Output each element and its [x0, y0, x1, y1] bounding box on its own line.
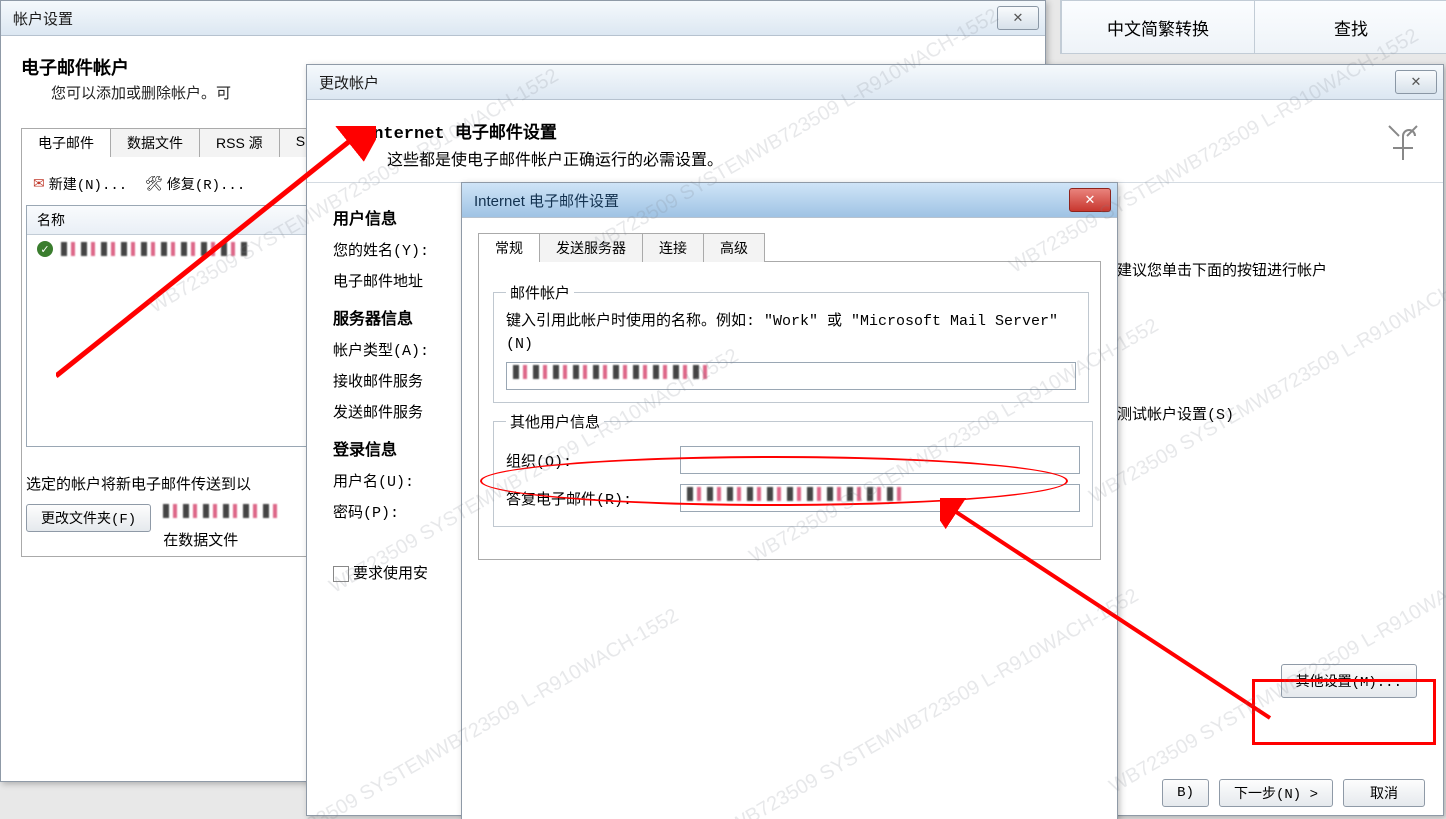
change-account-title: 更改帐户	[313, 72, 1395, 93]
top-toolbar: 中文简繁转换 查找	[1060, 0, 1446, 54]
convert-button[interactable]: 中文简繁转换	[1061, 1, 1254, 53]
mail-account-help: 键入引用此帐户时使用的名称。例如: "Work" 或 "Microsoft Ma…	[506, 311, 1076, 356]
settings-tabs: 常规 发送服务器 连接 高级	[478, 232, 1101, 262]
test-settings-button[interactable]: 测试帐户设置(S)	[1117, 403, 1417, 424]
internet-email-sub: 这些都是使电子邮件帐户正确运行的必需设置。	[387, 146, 1409, 170]
back-button[interactable]: B)	[1162, 779, 1209, 807]
next-button[interactable]: 下一步(N) >	[1219, 779, 1333, 807]
internet-email-settings-window: Internet 电子邮件设置 ✕ 常规 发送服务器 连接 高级 邮件帐户 键入…	[461, 182, 1118, 819]
new-account-button[interactable]: ✉ 新建(N)...	[26, 171, 134, 197]
account-settings-title: 帐户设置	[7, 8, 997, 29]
help-text: 建议您单击下面的按钮进行帐户	[1117, 259, 1417, 283]
mail-icon: ✉	[33, 176, 45, 193]
tab-data-files[interactable]: 数据文件	[110, 128, 200, 157]
close-icon[interactable]: ✕	[997, 6, 1039, 30]
cursor-icon	[1383, 118, 1429, 181]
folder-path-redacted	[163, 504, 283, 518]
cancel-button[interactable]: 取消	[1343, 779, 1425, 807]
close-icon[interactable]: ✕	[1069, 188, 1111, 212]
spa-checkbox[interactable]	[333, 566, 349, 582]
close-icon[interactable]: ✕	[1395, 70, 1437, 94]
other-user-info-legend: 其他用户信息	[506, 411, 604, 432]
change-folder-button[interactable]: 更改文件夹(F)	[26, 504, 151, 532]
find-button[interactable]: 查找	[1254, 1, 1446, 53]
tab-outgoing-server[interactable]: 发送服务器	[539, 233, 643, 262]
tab-email[interactable]: 电子邮件	[21, 128, 111, 157]
label-reply-email: 答复电子邮件(R):	[506, 488, 680, 509]
internet-email-title: Internet 电子邮件设置	[468, 190, 1069, 211]
mail-account-fieldset: 邮件帐户 键入引用此帐户时使用的名称。例如: "Work" 或 "Microso…	[493, 282, 1089, 403]
change-account-titlebar: 更改帐户 ✕	[307, 65, 1443, 100]
tab-advanced[interactable]: 高级	[703, 233, 765, 262]
tab-rss[interactable]: RSS 源	[199, 128, 280, 157]
internet-email-titlebar: Internet 电子邮件设置 ✕	[462, 183, 1117, 218]
tab-connection[interactable]: 连接	[642, 233, 704, 262]
organization-input[interactable]	[680, 446, 1080, 474]
reply-email-input[interactable]	[680, 484, 1080, 512]
label-organization: 组织(O):	[506, 450, 680, 471]
account-name-redacted	[61, 242, 251, 256]
tab-general[interactable]: 常规	[478, 233, 540, 262]
in-data-file-label: 在数据文件	[163, 529, 283, 550]
other-user-info-fieldset: 其他用户信息 组织(O): 答复电子邮件(R):	[493, 411, 1093, 527]
check-icon: ✓	[37, 241, 53, 257]
wrench-icon: 🛠	[145, 176, 163, 193]
internet-email-heading: Internet 电子邮件设置	[363, 118, 1409, 144]
mail-account-legend: 邮件帐户	[506, 282, 574, 303]
more-settings-button[interactable]: 其他设置(M)...	[1281, 664, 1417, 698]
account-name-input[interactable]	[506, 362, 1076, 390]
repair-button[interactable]: 🛠 修复(R)...	[138, 171, 252, 197]
account-settings-titlebar: 帐户设置 ✕	[1, 1, 1045, 36]
